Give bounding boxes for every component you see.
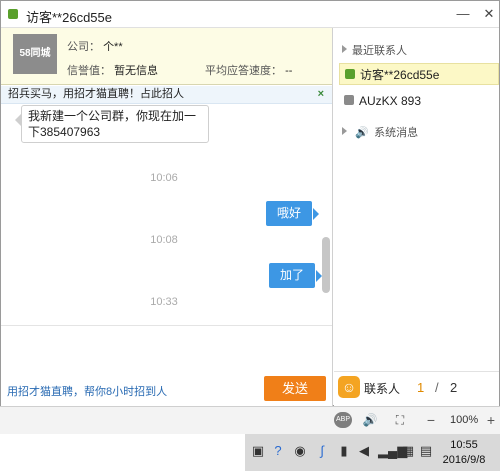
browser-status-bar: ABP 🔊 ⛶ − 100% + bbox=[0, 406, 500, 434]
message-sent: 哦好 bbox=[266, 201, 319, 226]
window-tray-icon[interactable]: ▣ bbox=[250, 442, 266, 460]
contacts-label[interactable]: 联系人 bbox=[364, 380, 400, 397]
adblock-icon[interactable]: ABP bbox=[334, 412, 352, 428]
contact-name: AUzKX 893 bbox=[359, 94, 422, 108]
company-row: 公司： 个** bbox=[67, 38, 123, 54]
company-value: 个** bbox=[103, 41, 123, 53]
taskbar-empty-area bbox=[0, 434, 245, 471]
contact-item-auzkx[interactable]: AUzKX 893 bbox=[339, 90, 499, 112]
credit-row: 信誉值： 暂无信息 bbox=[67, 62, 158, 78]
clock-time: 10:55 bbox=[450, 439, 478, 451]
contact-item-visitor[interactable]: 访客**26cd55e bbox=[339, 63, 499, 85]
page-current: 1 bbox=[417, 380, 425, 395]
online-status-icon bbox=[345, 69, 355, 79]
page-separator: / bbox=[435, 380, 439, 395]
conversation-panel: 58同城 公司： 个** 信誉值： 暂无信息 平均应答速度： -- 招兵买马，用… bbox=[1, 28, 333, 407]
message-list: 我新建一个公司群，你现在加一下385407963 10:06 哦好 10:08 … bbox=[1, 105, 332, 325]
message-sent: 加了 bbox=[269, 263, 322, 288]
app-tray-icon[interactable]: ∫ bbox=[314, 442, 330, 460]
send-button[interactable]: 发送 bbox=[264, 376, 326, 401]
contact-name: 访客**26cd55e bbox=[360, 68, 440, 82]
recent-contacts-header[interactable]: 最近联系人 bbox=[342, 42, 407, 58]
signal-icon[interactable]: ▂▄▆ bbox=[378, 442, 407, 460]
message-timestamp: 10:06 bbox=[150, 172, 178, 184]
taskbar-clock[interactable]: 10:55 2016/9/8 bbox=[432, 438, 496, 468]
scrollbar-thumb[interactable] bbox=[322, 237, 330, 293]
zoom-in-icon[interactable]: + bbox=[484, 412, 498, 428]
smiley-icon[interactable]: ☺ bbox=[338, 376, 360, 398]
promo-banner-text: 招兵买马，用招才猫直聘！占此招人 bbox=[8, 88, 184, 100]
system-messages-item[interactable]: 🔊 系统消息 bbox=[342, 124, 418, 140]
close-button[interactable]: ✕ bbox=[480, 5, 498, 23]
online-status-icon bbox=[8, 9, 18, 19]
offline-status-icon bbox=[344, 95, 354, 105]
recruit-tip-link[interactable]: 用招才猫直聘，帮你8小时招到人 bbox=[7, 383, 167, 399]
windows-taskbar: ▣ ? ◉ ∫ ▮ ◀ ▂▄▆ ▦ ▤ 10:55 2016/9/8 bbox=[0, 434, 500, 471]
contacts-footer: ☺ 联系人 1 / 2 bbox=[334, 371, 499, 407]
page-total: 2 bbox=[450, 380, 458, 395]
zoom-level[interactable]: 100% bbox=[450, 414, 478, 426]
credit-value: 暂无信息 bbox=[114, 65, 159, 77]
volume-icon[interactable]: ◀ bbox=[356, 442, 372, 460]
company-logo: 58同城 bbox=[13, 34, 57, 74]
promo-banner[interactable]: 招兵买马，用招才猫直聘！占此招人 × bbox=[1, 86, 332, 104]
response-speed-label: 平均应答速度： bbox=[205, 65, 282, 77]
expand-triangle-icon bbox=[342, 127, 347, 135]
response-speed-row: 平均应答速度： -- bbox=[205, 62, 292, 78]
contact-info-box: 58同城 公司： 个** 信誉值： 暂无信息 平均应答速度： -- bbox=[1, 28, 332, 85]
speaker-icon: 🔊 bbox=[355, 127, 369, 139]
expand-triangle-icon bbox=[342, 45, 347, 53]
help-icon[interactable]: ? bbox=[270, 442, 286, 460]
messenger-tray-icon[interactable]: ◉ bbox=[292, 442, 308, 460]
message-timestamp: 10:08 bbox=[150, 234, 178, 246]
battery-icon[interactable]: ▮ bbox=[336, 442, 352, 460]
title-bar: 访客**26cd55e — ✕ bbox=[1, 1, 499, 28]
banner-close-icon[interactable]: × bbox=[318, 86, 324, 103]
response-speed-value: -- bbox=[285, 65, 293, 77]
message-input[interactable]: 用招才猫直聘，帮你8小时招到人 发送 bbox=[1, 325, 332, 407]
message-timestamp: 10:33 bbox=[150, 296, 178, 308]
fullscreen-icon[interactable]: ⛶ bbox=[392, 412, 408, 428]
clock-date: 2016/9/8 bbox=[442, 454, 486, 466]
contacts-sidebar: 最近联系人 访客**26cd55e AUzKX 893 🔊 系统消息 ☺ 联系人… bbox=[334, 28, 499, 407]
minimize-button[interactable]: — bbox=[454, 5, 472, 23]
window-title: 访客**26cd55e bbox=[26, 10, 112, 25]
chat-window: 访客**26cd55e — ✕ 58同城 公司： 个** 信誉值： 暂无信息 平… bbox=[0, 0, 500, 407]
company-label: 公司： bbox=[67, 41, 100, 53]
zoom-out-icon[interactable]: − bbox=[424, 412, 438, 428]
network-icon[interactable]: ▦ bbox=[400, 442, 416, 460]
credit-label: 信誉值： bbox=[67, 65, 111, 77]
sound-icon[interactable]: 🔊 bbox=[362, 412, 378, 428]
message-received: 我新建一个公司群，你现在加一下385407963 bbox=[15, 105, 209, 143]
